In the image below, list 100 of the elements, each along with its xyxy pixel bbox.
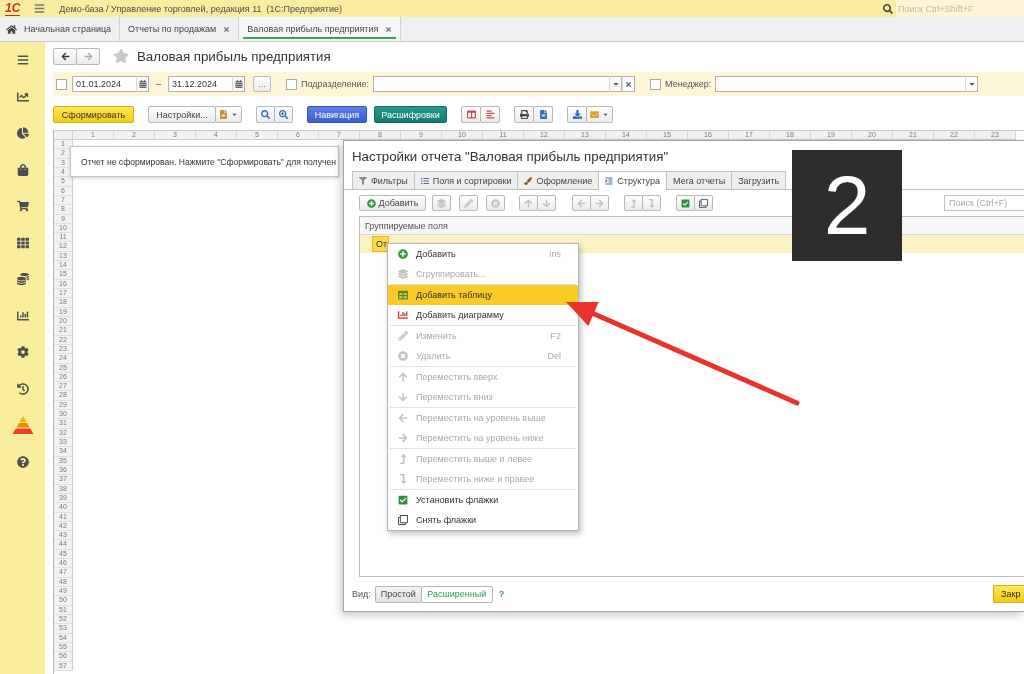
view-mode-option[interactable]: Простой (374, 585, 422, 603)
arrow-right-icon (83, 51, 93, 61)
navigation-button[interactable]: Навигация (307, 106, 367, 123)
clear-button[interactable] (622, 76, 636, 92)
close-icon[interactable] (385, 25, 393, 33)
back-button[interactable] (53, 47, 77, 65)
download-button[interactable] (567, 106, 587, 123)
corner-arrow-down-icon (398, 474, 408, 484)
search-next-button[interactable] (274, 106, 293, 123)
date-field[interactable]: 01.01.2024 (72, 76, 136, 92)
star-icon[interactable] (113, 48, 129, 64)
dropdown-field[interactable] (373, 76, 610, 92)
grid-icon[interactable] (16, 236, 29, 249)
search-icon (883, 3, 893, 14)
tab[interactable]: Фильтры (352, 171, 415, 189)
tab[interactable]: Валовая прибыль предприятия (239, 17, 402, 41)
step-badge: 2 (792, 150, 902, 261)
caret-icon (611, 80, 620, 88)
line-chart-icon[interactable] (16, 90, 29, 103)
caret-icon (967, 80, 976, 88)
drilldown-button[interactable]: Расшифровки (374, 106, 447, 123)
pyramid-icon[interactable] (11, 416, 34, 434)
keyboard-shortcut: Del (547, 351, 561, 361)
toolbar-button[interactable] (694, 195, 713, 211)
tab[interactable]: Начальная страница (0, 17, 121, 41)
bar-chart-icon[interactable] (16, 309, 29, 322)
logo[interactable]: 1С (5, 1, 21, 16)
toolbar-button[interactable] (676, 195, 695, 211)
search-icon (261, 110, 270, 119)
variant-button[interactable] (215, 106, 242, 123)
search-button[interactable] (256, 106, 275, 123)
indent-icon (605, 177, 614, 185)
coins-icon[interactable] (16, 273, 29, 285)
checkbox[interactable] (286, 78, 297, 90)
tab[interactable]: Мега отчеты (666, 171, 733, 189)
generate-button[interactable]: Сформировать (53, 106, 134, 123)
arrow-right-icon (595, 198, 604, 208)
download-icon (572, 110, 582, 119)
dropdown-field[interactable] (715, 76, 966, 92)
help-icon[interactable] (16, 455, 29, 468)
bar-chart-icon (398, 310, 408, 320)
layers-icon (437, 198, 446, 208)
menu-icon[interactable] (34, 3, 46, 14)
clock-icon[interactable] (16, 382, 29, 395)
funnel-icon (359, 176, 367, 185)
menu-item[interactable]: Добавить таблицу (388, 285, 578, 305)
calendar-button[interactable] (136, 76, 149, 92)
shopping-bag-icon[interactable] (16, 163, 29, 176)
home-icon (6, 23, 17, 35)
tree-item[interactable]: От (372, 236, 390, 252)
menu-icon[interactable] (16, 54, 29, 66)
date-field[interactable]: 31.12.2024 (168, 76, 232, 92)
arrow-left-icon (398, 413, 408, 423)
tab[interactable]: Структура (598, 171, 668, 190)
app-title: Демо-база / Управление торговлей, редакция 11 (1С:Предприятие) (59, 3, 342, 14)
add-button[interactable]: Добавить (359, 195, 426, 211)
print-button[interactable] (514, 106, 534, 123)
choose-period-button[interactable]: ... (253, 76, 271, 92)
close-icon (625, 80, 633, 88)
checkbox[interactable] (650, 78, 662, 90)
tab[interactable]: Поля и сортировки (413, 171, 519, 189)
align-button[interactable] (480, 106, 500, 123)
stacked-squares-icon (699, 198, 708, 208)
menu-item[interactable]: Снять флажки (388, 510, 578, 530)
arrow-up-icon (524, 198, 533, 208)
tab[interactable]: Оформление (517, 171, 600, 189)
page-title: Валовая прибыль предприятия (137, 48, 331, 64)
menu-item[interactable]: Установить флажки (388, 490, 578, 510)
corner-arrow-up-icon (398, 454, 408, 464)
close-icon[interactable] (223, 25, 231, 33)
settings-icon[interactable] (16, 346, 29, 358)
brush-icon (524, 176, 533, 185)
caret-icon (231, 111, 238, 118)
tab[interactable]: Загрузить (731, 171, 787, 189)
checkbox[interactable] (56, 78, 67, 90)
arrow-down-icon (398, 392, 408, 402)
dropdown-button[interactable] (609, 76, 623, 92)
calendar-button[interactable] (232, 76, 245, 92)
arrow-left-icon (60, 51, 70, 61)
dropdown-button[interactable] (965, 76, 979, 92)
view-mode-option[interactable]: Расширенный (420, 585, 493, 603)
settings-button[interactable]: Настройки... (148, 106, 216, 123)
calendar-icon (234, 80, 243, 88)
cart-icon[interactable] (16, 200, 29, 212)
columns-button[interactable] (461, 106, 481, 123)
date-separator: – (156, 79, 161, 89)
help-link[interactable]: ? (498, 589, 505, 599)
align-left-icon (485, 110, 495, 119)
delete-icon (398, 351, 408, 361)
preview-button[interactable] (533, 106, 553, 123)
pie-chart-icon[interactable] (16, 127, 29, 139)
close-button[interactable]: Закр (993, 585, 1024, 603)
caret-icon (602, 111, 609, 118)
field-label: Менеджер: (665, 79, 712, 89)
search-field[interactable]: Поиск (Ctrl+F) (944, 195, 1024, 211)
menu-item[interactable]: Добавить диаграмму (388, 305, 578, 325)
keyboard-shortcut: F2 (550, 331, 561, 341)
table-icon (398, 290, 408, 300)
search-field[interactable]: Поиск Ctrl+Shift+F (896, 0, 1024, 17)
arrow-up-icon (398, 372, 408, 382)
